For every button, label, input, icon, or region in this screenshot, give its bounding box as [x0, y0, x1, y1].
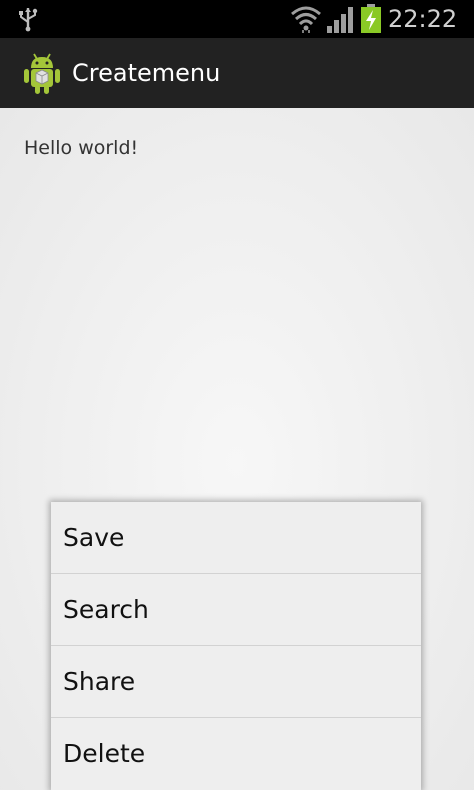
menu-item-save[interactable]: Save [51, 502, 421, 574]
wifi-icon [291, 6, 321, 33]
menu-item-label: Share [63, 667, 136, 696]
signal-icon [327, 7, 353, 33]
menu-item-share[interactable]: Share [51, 646, 421, 718]
menu-item-label: Search [63, 595, 149, 624]
app-title: Createmenu [72, 59, 221, 87]
status-bar: 22:22 [0, 0, 474, 38]
context-menu: Save Search Share Delete [51, 502, 421, 790]
menu-item-search[interactable]: Search [51, 574, 421, 646]
usb-icon [19, 8, 38, 32]
menu-item-label: Save [63, 523, 125, 552]
menu-item-delete[interactable]: Delete [51, 718, 421, 790]
battery-charging-icon [361, 4, 381, 33]
status-clock: 22:22 [388, 5, 458, 33]
hello-text: Hello world! [24, 137, 139, 159]
android-app-icon [24, 53, 60, 94]
menu-item-label: Delete [63, 739, 146, 768]
action-bar: Createmenu [0, 38, 474, 109]
